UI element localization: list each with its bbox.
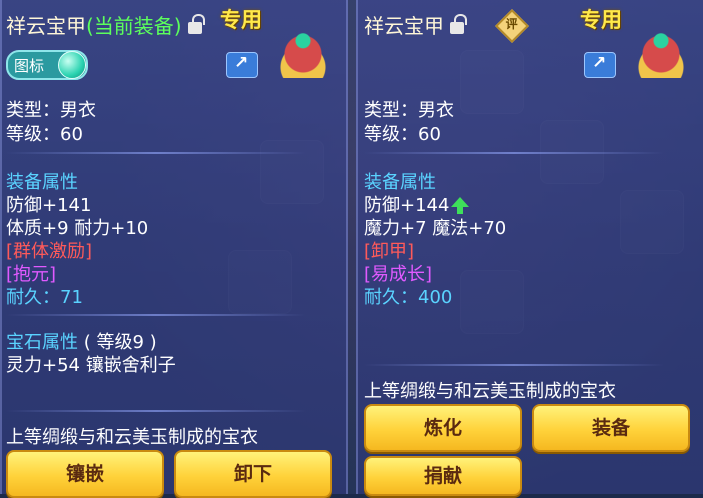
share-icon[interactable] xyxy=(226,52,258,78)
equip-button[interactable]: 装备 xyxy=(532,404,690,452)
item-title: 祥云宝甲 xyxy=(364,10,467,39)
durability: 耐久：71 xyxy=(6,287,83,308)
current-equipment-panel: 祥云宝甲(当前装备) 专用 图标 类型：男衣 等级：60 装备属性 防御+141… xyxy=(0,0,348,498)
type-line: 类型：男衣 xyxy=(6,100,96,121)
donate-button[interactable]: 捐献 xyxy=(364,456,522,496)
special-tag: 专用 xyxy=(580,8,622,32)
refine-button[interactable]: 炼化 xyxy=(364,404,522,452)
unlock-icon[interactable] xyxy=(187,14,205,34)
divider xyxy=(6,410,306,412)
special-tag: 专用 xyxy=(220,8,262,32)
durability: 耐久：400 xyxy=(364,287,453,308)
unequip-button[interactable]: 卸下 xyxy=(174,450,332,498)
item-description: 上等绸缎与和云美玉制成的宝衣 xyxy=(6,427,258,448)
share-icon[interactable] xyxy=(584,52,616,78)
level-line: 等级：60 xyxy=(6,124,83,145)
unlock-icon[interactable] xyxy=(450,14,467,34)
compare-equipment-panel: 祥云宝甲 专用 类型：男衣 等级：60 装备属性 防御+144 魔力+7 魔法+… xyxy=(356,0,703,496)
level-line: 等级：60 xyxy=(364,124,441,145)
divider xyxy=(6,152,306,154)
gem-attr-title: 宝石属性 xyxy=(6,332,78,353)
rating-badge-label: 评 xyxy=(505,17,518,32)
inlay-button[interactable]: 镶嵌 xyxy=(6,450,164,498)
item-description: 上等绸缎与和云美玉制成的宝衣 xyxy=(364,381,616,402)
item-name: 祥云宝甲 xyxy=(6,14,86,38)
defense-stat: 防御+144 xyxy=(364,195,450,216)
toggle-knob-icon xyxy=(58,51,86,79)
type-line: 类型：男衣 xyxy=(364,100,454,121)
item-name: 祥云宝甲 xyxy=(364,14,444,38)
icon-toggle[interactable]: 图标 xyxy=(6,50,88,80)
equipped-tag: (当前装备) xyxy=(86,14,182,38)
armor-item-icon xyxy=(632,18,690,78)
armor-item-icon xyxy=(274,18,332,78)
upgrade-arrow-icon xyxy=(451,197,470,214)
item-title: 祥云宝甲(当前装备) xyxy=(6,10,205,39)
divider xyxy=(6,314,306,316)
divider xyxy=(364,364,664,366)
gem-level: ( 等级9 ) xyxy=(83,332,157,353)
divider xyxy=(364,152,664,154)
icon-toggle-label: 图标 xyxy=(14,57,45,75)
gem-line: 灵力+54 镶嵌舍利子 xyxy=(6,355,176,376)
